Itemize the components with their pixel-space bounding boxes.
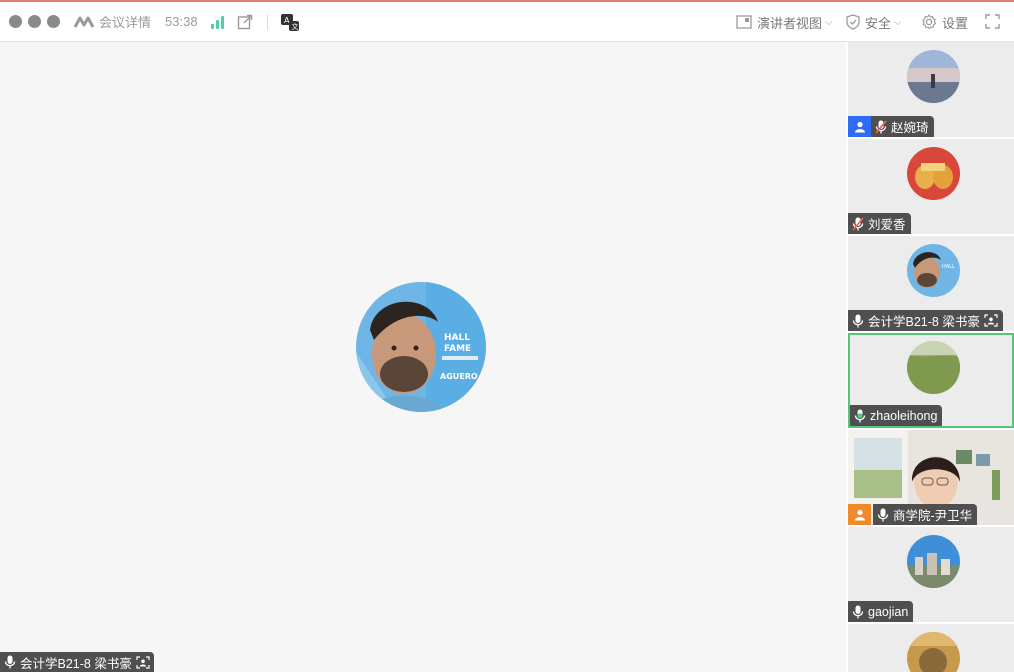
participant-name: zhaoleihong xyxy=(870,408,938,423)
speaker-name-tag: 会计学B21-8 梁书豪 xyxy=(0,652,154,672)
network-signal-icon[interactable] xyxy=(210,15,224,29)
view-mode-label: 演讲者视图 xyxy=(757,15,823,31)
participant-name: 会计学B21-8 梁书豪 xyxy=(868,315,980,329)
screen-share-icon xyxy=(136,655,150,669)
mic-muted-icon xyxy=(875,119,887,134)
mic-speaking-icon xyxy=(854,409,866,422)
security-dropdown[interactable]: 安全 ⌵ xyxy=(846,2,902,42)
user-icon xyxy=(848,504,871,525)
participant-avatar xyxy=(907,147,960,200)
caption-translate-icon[interactable]: A 文 xyxy=(280,12,300,32)
participant-name-tag: 赵婉琦 xyxy=(848,116,934,137)
participant-tile[interactable]: 商学院-尹卫华 xyxy=(848,430,1014,525)
shield-icon xyxy=(846,14,860,30)
chevron-down-icon: ⌵ xyxy=(894,16,902,28)
participant-name-tag: gaojian xyxy=(848,601,914,622)
participant-avatar: HALL xyxy=(907,244,960,297)
participant-avatar xyxy=(907,535,960,588)
participant-tile[interactable] xyxy=(848,624,1014,672)
meeting-timer: 53:38 xyxy=(165,14,198,29)
participant-sidebar[interactable]: 赵婉琦 刘爱香 HALL 会计学B21-8 梁书豪 zhaoleihong 商学… xyxy=(846,42,1014,672)
svg-text:HALL: HALL xyxy=(444,333,470,343)
svg-text:HALL: HALL xyxy=(942,264,955,270)
participant-tile[interactable]: 赵婉琦 xyxy=(848,42,1014,137)
maximize-window-button[interactable] xyxy=(47,15,60,28)
participant-name-tag: 刘爱香 xyxy=(848,213,911,234)
participant-name-tag: zhaoleihong xyxy=(850,405,943,426)
participant-name-tag: 商学院-尹卫华 xyxy=(848,504,978,525)
participant-tile[interactable]: gaojian xyxy=(848,527,1014,622)
external-link-icon[interactable] xyxy=(237,14,253,30)
participant-name: gaojian xyxy=(868,604,909,619)
participant-avatar xyxy=(907,341,960,394)
participant-name: 商学院-尹卫华 xyxy=(893,509,973,523)
settings-button[interactable]: 设置 xyxy=(921,2,968,42)
toolbar-divider xyxy=(266,13,268,30)
speaker-name: 会计学B21-8 梁书豪 xyxy=(20,656,132,671)
meeting-details-link[interactable]: 会议详情 xyxy=(99,12,151,31)
window-controls xyxy=(9,15,60,28)
gear-icon xyxy=(922,14,937,30)
mic-icon xyxy=(852,314,864,327)
meeting-logo-icon xyxy=(74,16,95,28)
mic-muted-icon xyxy=(852,216,864,231)
participant-tile-active[interactable]: zhaoleihong xyxy=(848,333,1014,428)
svg-text:FAME: FAME xyxy=(444,344,471,354)
chevron-down-icon: ⌵ xyxy=(825,16,833,28)
participant-name: 刘爱香 xyxy=(868,218,906,232)
participant-avatar xyxy=(907,632,960,672)
speaker-avatar: HALL FAME AGUERO xyxy=(356,282,486,412)
svg-text:AGUERO: AGUERO xyxy=(440,372,478,381)
close-window-button[interactable] xyxy=(9,15,22,28)
security-label: 安全 xyxy=(865,15,892,31)
speaker-stage: HALL FAME AGUERO 会计学B21-8 梁书豪 xyxy=(0,42,846,672)
participant-tile[interactable]: HALL 会计学B21-8 梁书豪 xyxy=(848,236,1014,331)
participant-name: 赵婉琦 xyxy=(891,121,929,135)
mic-icon xyxy=(852,605,864,618)
title-bar: 会议详情 53:38 A 文 演讲者视图 ⌵ 安全 ⌵ 设置 xyxy=(0,2,1014,42)
view-mode-dropdown[interactable]: 演讲者视图 ⌵ xyxy=(736,2,833,42)
settings-label: 设置 xyxy=(942,15,969,31)
participant-tile[interactable]: 刘爱香 xyxy=(848,139,1014,234)
participant-name-tag: 会计学B21-8 梁书豪 xyxy=(848,310,1003,331)
participant-avatar xyxy=(907,50,960,103)
screen-share-icon xyxy=(984,314,998,327)
mic-icon xyxy=(877,508,889,521)
user-icon xyxy=(848,116,871,137)
mic-icon xyxy=(4,655,16,669)
svg-text:文: 文 xyxy=(291,22,298,31)
layout-icon xyxy=(736,15,752,29)
fullscreen-icon[interactable] xyxy=(985,14,1000,29)
minimize-window-button[interactable] xyxy=(28,15,41,28)
